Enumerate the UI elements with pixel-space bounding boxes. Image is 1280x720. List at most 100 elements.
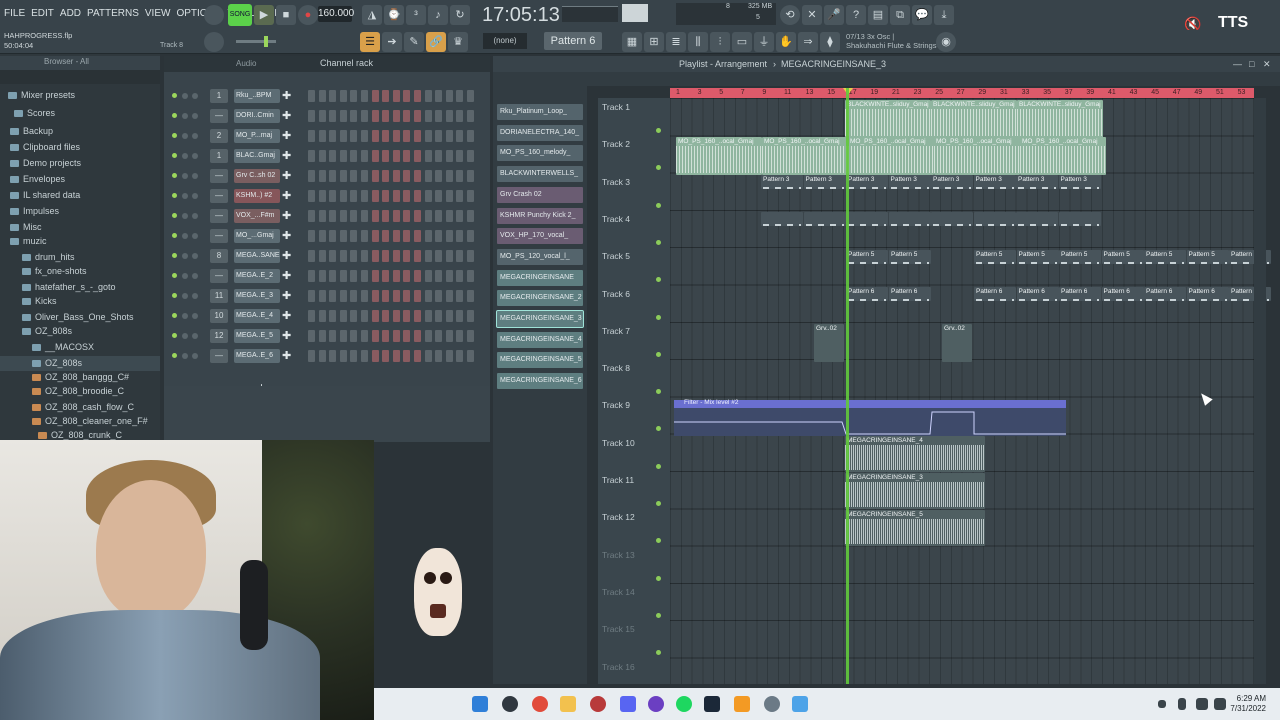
channel-row[interactable]: 12 MEGA..E_5 ✚ [164, 326, 490, 346]
playlist-clip[interactable]: Pattern 3 [888, 175, 931, 189]
plugin-database-icon[interactable]: ⧉ [890, 5, 910, 25]
playlist-clip[interactable]: Pattern 3 [931, 175, 973, 189]
playlist-clip[interactable]: BLACKWINTE..sliduy_Gmaj [845, 100, 931, 138]
picker-item[interactable]: DORIANELECTRA_140_ [497, 124, 583, 141]
channel-row[interactable]: 11 MEGA..E_3 ✚ [164, 286, 490, 306]
step-button[interactable] [414, 350, 421, 362]
channel-led-icon[interactable] [172, 253, 177, 258]
channel-graph-icon[interactable]: ✚ [282, 350, 291, 362]
step-button[interactable] [308, 210, 315, 222]
track-mute-led-icon[interactable] [656, 165, 661, 171]
step-button[interactable] [361, 270, 368, 282]
playlist-clip[interactable]: BLACKWINTE..sliduy_Gmaj [1017, 100, 1103, 138]
track-mute-led-icon[interactable] [656, 575, 661, 581]
picker-item[interactable]: MEGACRINGEINSANE_6 [497, 373, 583, 390]
step-button[interactable] [371, 330, 379, 342]
browser-item[interactable]: OZ_808s [0, 324, 160, 339]
picker-item[interactable]: MO_PS_160_melody_ [497, 145, 583, 162]
track-mute-led-icon[interactable] [656, 314, 661, 320]
browser-item[interactable]: Demo projects [0, 156, 160, 171]
channel-row[interactable]: — MEGA..E_2 ✚ [164, 266, 490, 286]
step-button[interactable] [445, 330, 453, 342]
step-button[interactable] [467, 210, 474, 222]
step-button[interactable] [403, 290, 411, 302]
step-button[interactable] [424, 90, 432, 102]
channel-graph-icon[interactable]: ✚ [282, 210, 291, 222]
step-button[interactable] [382, 90, 390, 102]
step-button[interactable] [318, 310, 326, 322]
playlist-clip[interactable]: MO_PS_160_..ocal_Gmaj [848, 137, 934, 175]
metronome-icon[interactable]: ◮ [362, 5, 382, 25]
step-button[interactable] [456, 230, 464, 242]
step-button[interactable] [456, 110, 464, 122]
playlist-clip[interactable]: MEGACRINGEINSANE_3 [845, 473, 985, 509]
step-button[interactable] [445, 170, 453, 182]
maximize-icon[interactable]: □ [1249, 56, 1254, 72]
browser-item[interactable]: Misc [0, 220, 160, 235]
channel-name-button[interactable]: Rku_..BPM [234, 89, 280, 103]
channel-led-icon[interactable] [172, 153, 177, 158]
track-label[interactable]: Track 13 [602, 550, 635, 560]
browser-item[interactable]: Mixer presets [0, 88, 160, 103]
step-button[interactable] [318, 230, 326, 242]
play-button[interactable]: ▶ [254, 5, 274, 25]
step-button[interactable] [308, 310, 315, 322]
channel-row[interactable]: 8 MEGA..SANE ✚ [164, 246, 490, 266]
step-button[interactable] [361, 110, 368, 122]
step-button[interactable] [329, 110, 337, 122]
channel-mixer-track[interactable]: 11 [210, 289, 228, 303]
pattern-selector[interactable]: Pattern 6 [544, 32, 602, 50]
start-icon[interactable] [472, 696, 488, 712]
playlist-clip[interactable]: Pattern 6 [889, 287, 931, 301]
track-label[interactable]: Track 14 [602, 587, 635, 597]
channel-knob-icon[interactable] [192, 233, 198, 239]
step-button[interactable] [403, 170, 411, 182]
step-button[interactable] [339, 150, 347, 162]
step-button[interactable] [445, 150, 453, 162]
step-button[interactable] [318, 110, 326, 122]
step-button[interactable] [329, 230, 337, 242]
channel-knob-icon[interactable] [192, 213, 198, 219]
step-button[interactable] [308, 250, 315, 262]
step-button[interactable] [371, 250, 379, 262]
channel-name-button[interactable]: KSHM..) #2 [234, 189, 280, 203]
step-button[interactable] [339, 290, 347, 302]
step-button[interactable] [403, 190, 411, 202]
channel-row[interactable]: — MEGA..E_6 ✚ [164, 346, 490, 366]
step-button[interactable] [435, 210, 443, 222]
track-label[interactable]: Track 4 [602, 214, 630, 224]
channel-mixer-track[interactable]: — [210, 269, 228, 283]
blend-notes-icon[interactable]: ♪ [428, 5, 448, 25]
search-icon[interactable] [502, 696, 518, 712]
step-button[interactable] [414, 90, 421, 102]
step-button[interactable] [308, 190, 315, 202]
track-label[interactable]: Track 6 [602, 289, 630, 299]
channel-graph-icon[interactable]: ✚ [282, 330, 291, 342]
channel-knob-icon[interactable] [192, 173, 198, 179]
step-button[interactable] [467, 330, 474, 342]
browser-item[interactable]: OZ_808_cash_flow_C [0, 400, 160, 415]
channel-led-icon[interactable] [172, 213, 177, 218]
automation-clip[interactable]: Filter - Mix level #2 [674, 399, 1066, 436]
picker-item[interactable]: MEGACRINGEINSANE_5 [497, 352, 583, 369]
track-label[interactable]: Track 10 [602, 438, 635, 448]
playlist-clip[interactable]: Pattern 5 [1059, 250, 1101, 264]
step-button[interactable] [456, 90, 464, 102]
step-button[interactable] [329, 270, 337, 282]
step-button[interactable] [414, 230, 421, 242]
step-button[interactable] [382, 190, 390, 202]
step-button[interactable] [371, 210, 379, 222]
playlist-clip[interactable]: Pattern 5 [846, 250, 888, 264]
step-button[interactable] [308, 350, 315, 362]
channel-row[interactable]: 1 Rku_..BPM ✚ [164, 86, 490, 106]
help-icon[interactable]: ? [846, 5, 866, 25]
step-button[interactable] [414, 290, 421, 302]
step-button[interactable] [424, 130, 432, 142]
channel-knob-icon[interactable] [192, 93, 198, 99]
step-button[interactable] [392, 90, 400, 102]
channel-mixer-track[interactable]: — [210, 229, 228, 243]
channel-graph-icon[interactable]: ✚ [282, 270, 291, 282]
step-button[interactable] [339, 90, 347, 102]
playlist-clip[interactable]: Pattern 3 [761, 175, 803, 189]
channel-mixer-track[interactable]: — [210, 109, 228, 123]
